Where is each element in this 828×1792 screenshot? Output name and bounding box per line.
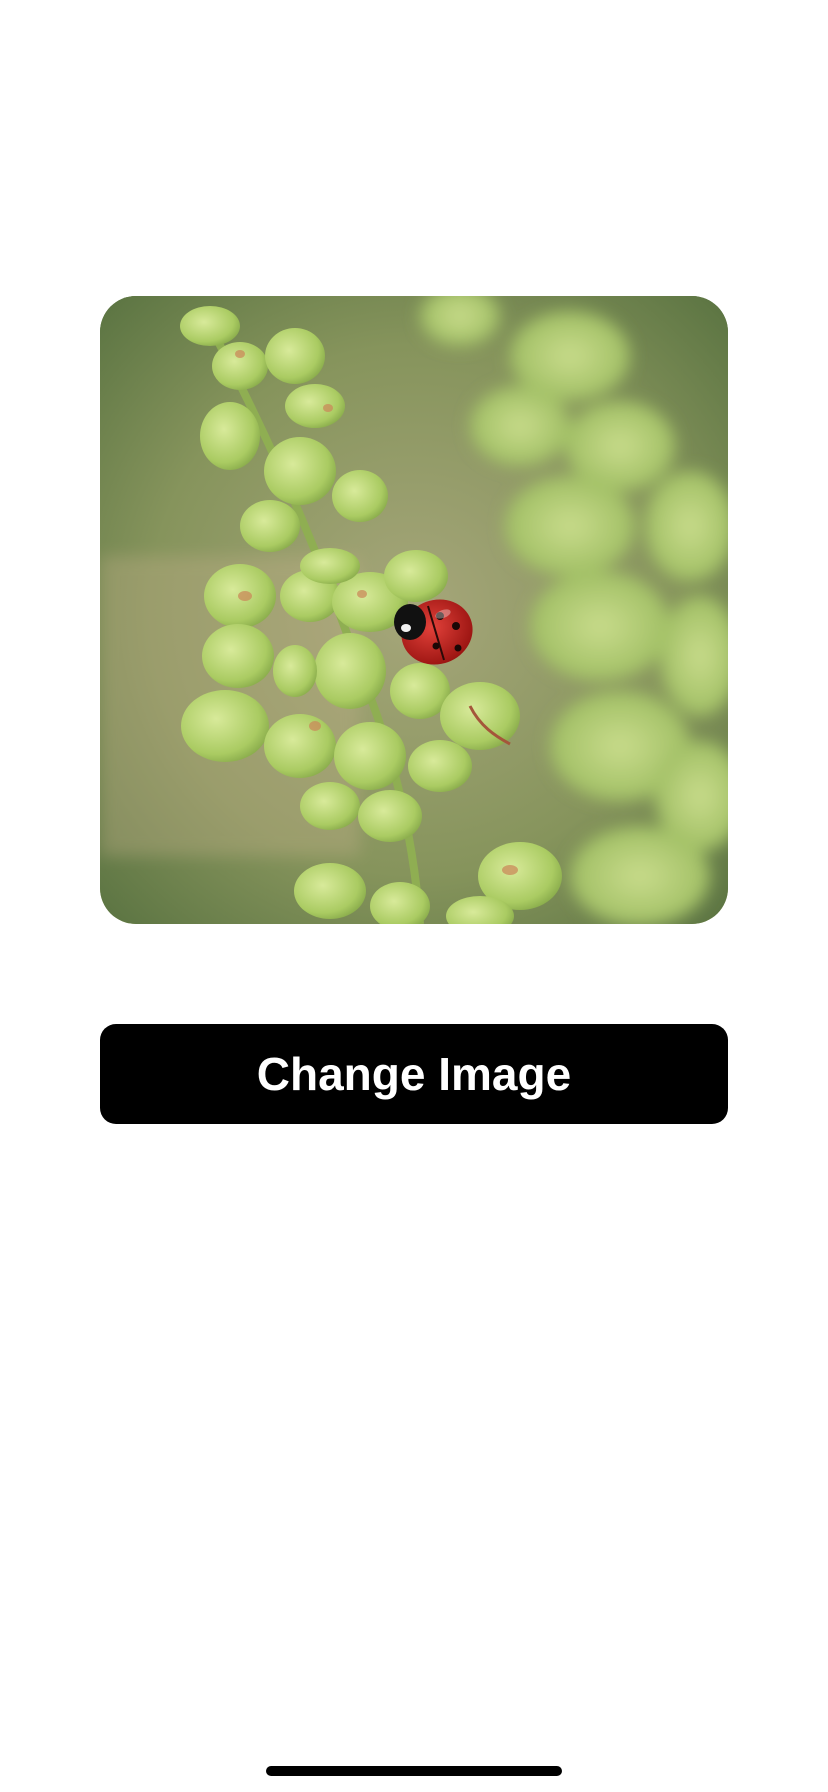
photo-preview	[100, 296, 728, 924]
change-image-button[interactable]: Change Image	[100, 1024, 728, 1124]
ladybug-photo	[100, 296, 728, 924]
home-indicator[interactable]	[266, 1766, 562, 1776]
